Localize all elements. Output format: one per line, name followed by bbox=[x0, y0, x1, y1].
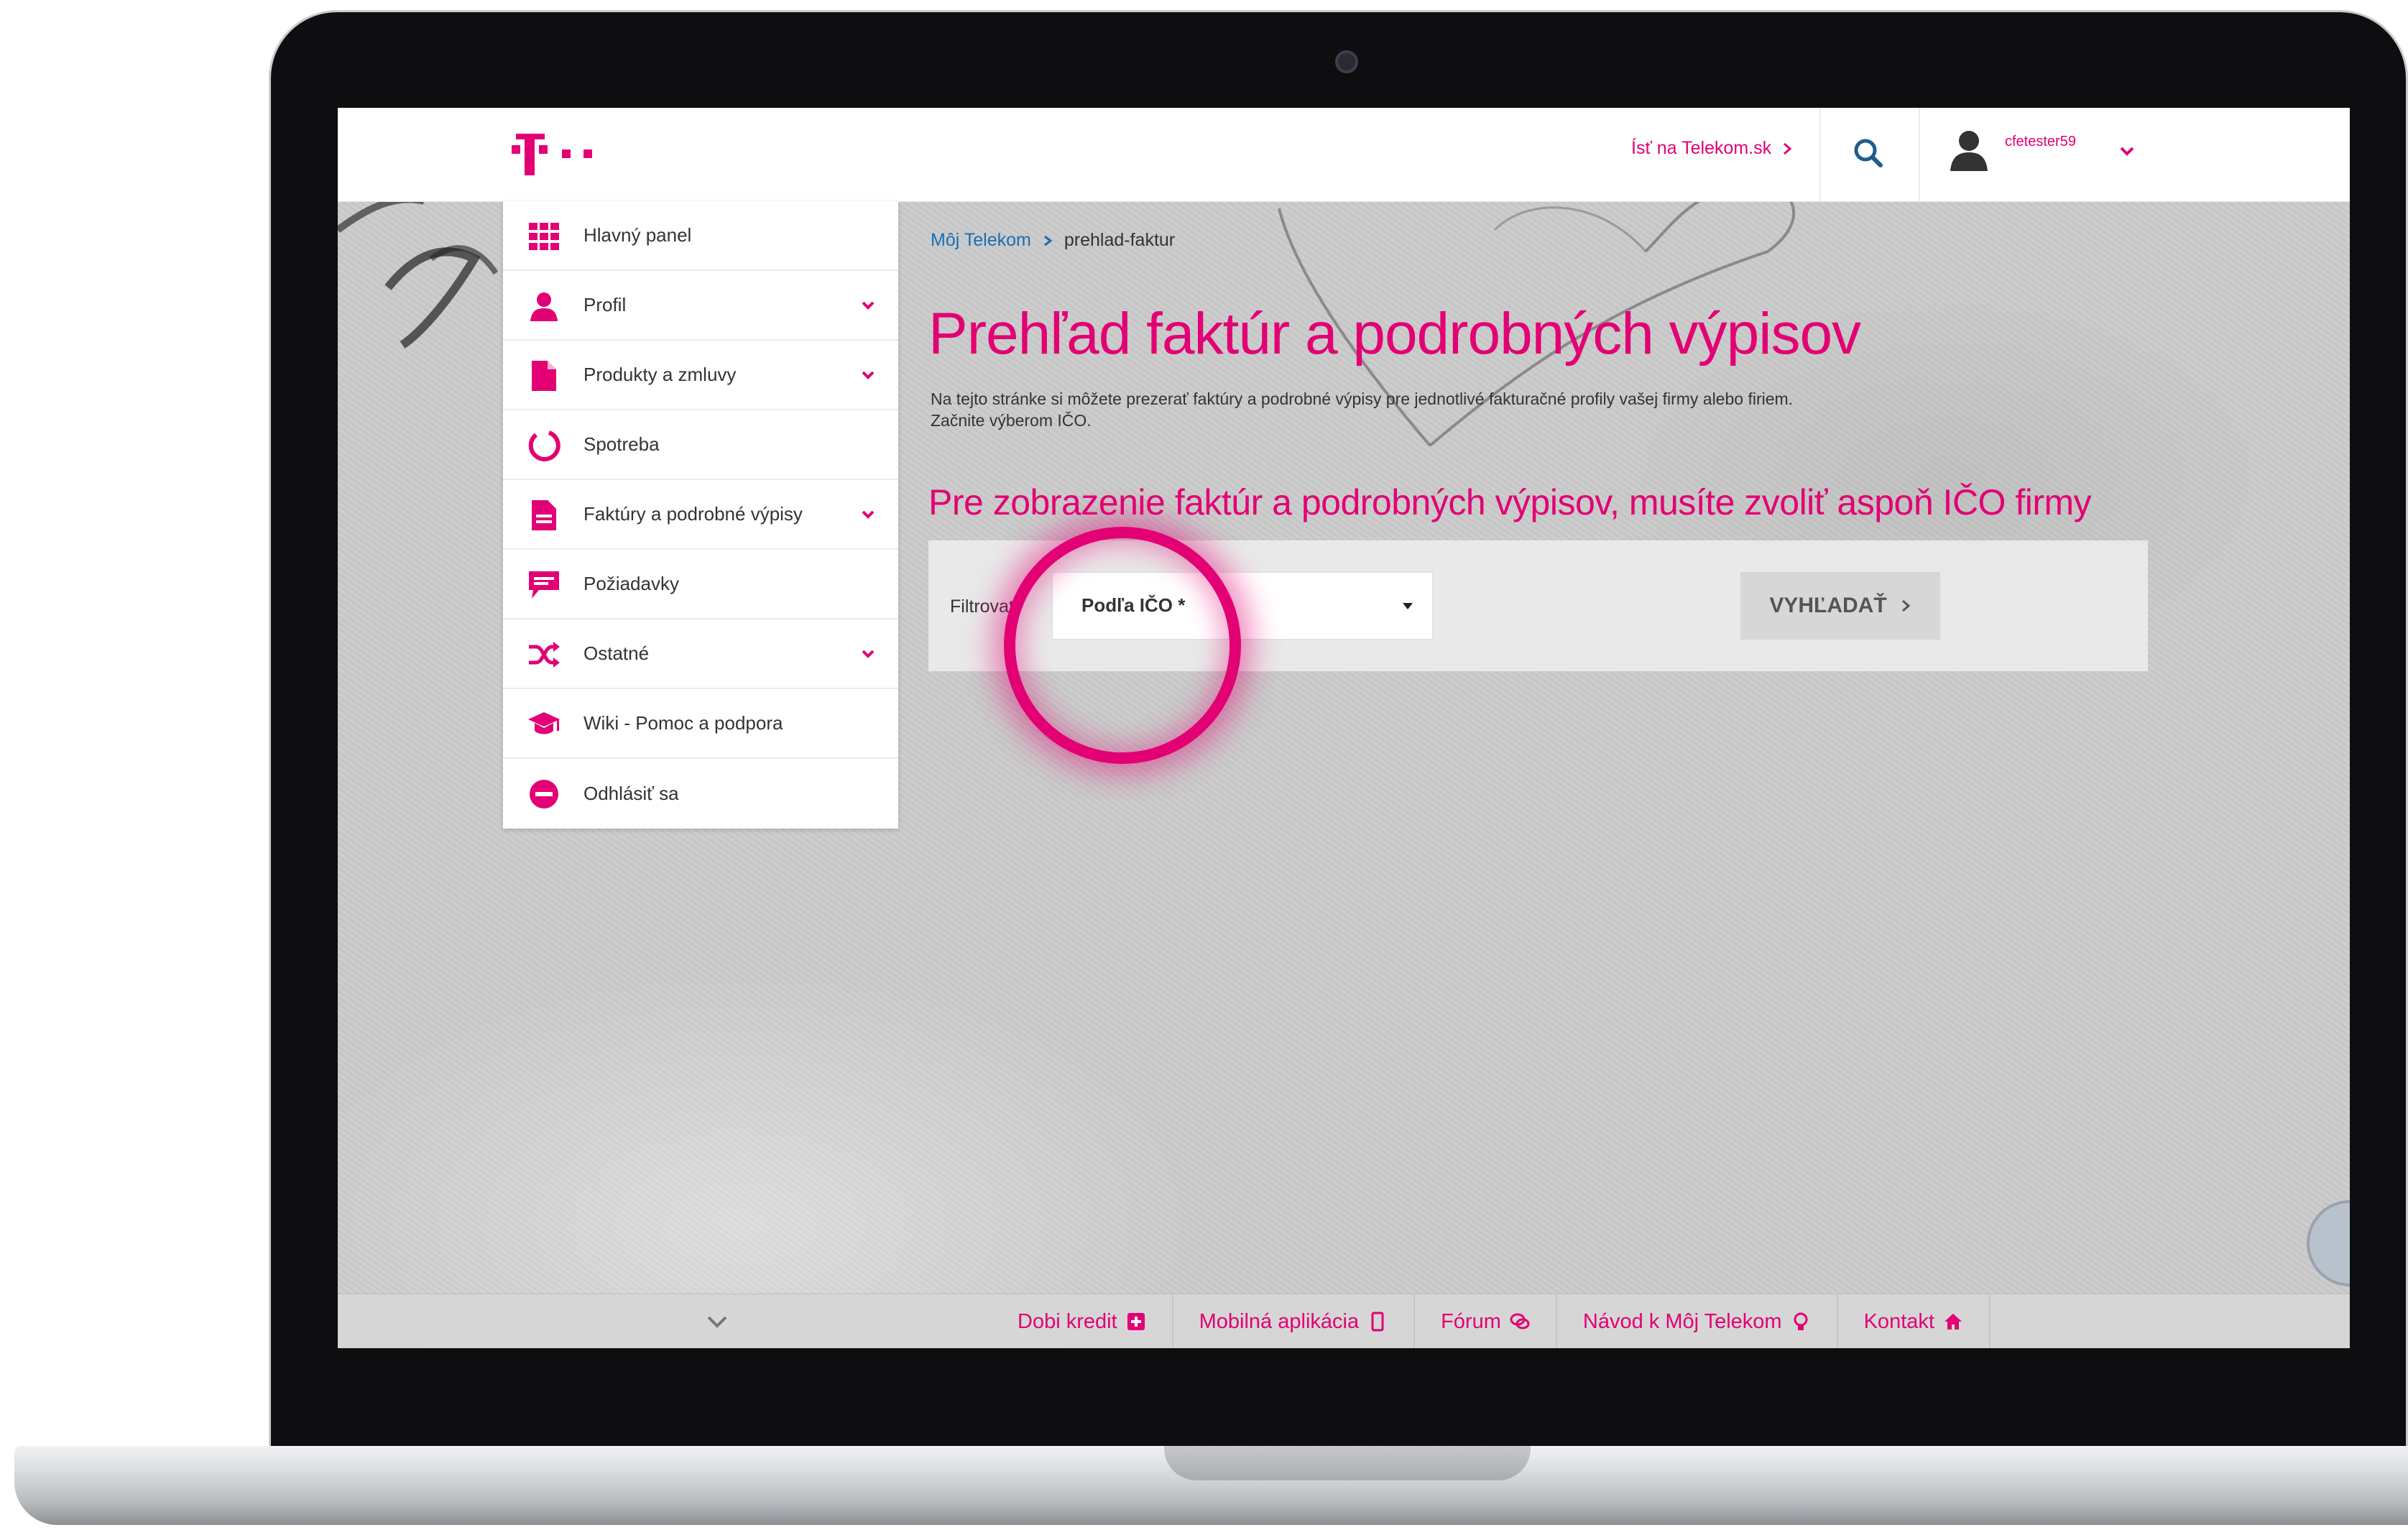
circle-icon bbox=[528, 430, 561, 461]
search-icon[interactable] bbox=[1850, 135, 1886, 171]
search-button-label: VYHĽADAŤ bbox=[1769, 594, 1887, 617]
webcam bbox=[1335, 50, 1358, 73]
sidebar-item-produkty-a-zmluvy[interactable]: Produkty a zmluvy bbox=[503, 341, 898, 410]
user-icon bbox=[530, 292, 558, 321]
document-icon bbox=[532, 361, 556, 391]
goto-telekom-label: Ísť na Telekom.sk bbox=[1631, 138, 1772, 158]
caret-down-icon bbox=[1403, 603, 1413, 609]
sidebar-item-label: Požiadavky bbox=[583, 573, 679, 594]
footer-link-kontakt[interactable]: Kontakt bbox=[1836, 1294, 1990, 1348]
browser-screen: Ísť na Telekom.sk cfetester59 Hlavný pan… bbox=[338, 108, 2350, 1348]
sidebar-item-faktury[interactable]: Faktúry a podrobné výpisy bbox=[503, 480, 898, 550]
description-line: Na tejto stránke si môžete prezerať fakt… bbox=[931, 390, 1794, 408]
description-line: Začnite výberom IČO. bbox=[931, 411, 1092, 430]
graduation-cap-icon bbox=[528, 712, 560, 734]
user-avatar-icon[interactable] bbox=[1947, 128, 1990, 172]
footer-link-navod[interactable]: Návod k Môj Telekom bbox=[1555, 1294, 1837, 1348]
sidebar-item-label: Wiki - Pomoc a podpora bbox=[583, 712, 783, 734]
chevron-down-icon bbox=[862, 510, 875, 519]
top-header: Ísť na Telekom.sk cfetester59 bbox=[338, 108, 2350, 202]
plus-square-icon bbox=[1127, 1313, 1145, 1330]
breadcrumb-current: prehlad-faktur bbox=[1064, 230, 1176, 250]
sidebar-item-wiki[interactable]: Wiki - Pomoc a podpora bbox=[503, 689, 898, 759]
footer-link-label: Mobilná aplikácia bbox=[1199, 1309, 1360, 1333]
goto-telekom-link[interactable]: Ísť na Telekom.sk bbox=[1631, 138, 1793, 159]
footer-link-forum[interactable]: Fórum bbox=[1413, 1294, 1556, 1348]
sidebar-item-label: Produkty a zmluvy bbox=[583, 364, 737, 385]
chevron-right-icon bbox=[1901, 599, 1910, 612]
chevron-right-icon bbox=[1784, 142, 1792, 155]
home-icon bbox=[1944, 1314, 1962, 1329]
sidebar-menu: Hlavný panel Profil Produkty a zmluvy Sp… bbox=[503, 201, 898, 829]
chevron-down-icon bbox=[862, 650, 875, 658]
sidebar-item-label: Odhlásiť sa bbox=[583, 783, 679, 804]
sidebar-item-label: Ostatné bbox=[583, 642, 650, 664]
footer-link-label: Návod k Môj Telekom bbox=[1582, 1309, 1782, 1333]
chevron-down-icon[interactable] bbox=[704, 1309, 730, 1335]
highlight-circle-annotation bbox=[1004, 527, 1241, 764]
sidebar-item-label: Hlavný panel bbox=[583, 224, 692, 246]
sidebar-item-spotreba[interactable]: Spotreba bbox=[503, 410, 898, 480]
mobile-icon bbox=[1371, 1312, 1384, 1332]
footer-links: Dobi kredit Mobilná aplikácia Fórum Návo… bbox=[992, 1294, 1990, 1348]
footer-bar: Dobi kredit Mobilná aplikácia Fórum Návo… bbox=[338, 1294, 2350, 1348]
grid-icon bbox=[529, 223, 559, 250]
sidebar-item-odhlasit[interactable]: Odhlásiť sa bbox=[503, 759, 898, 829]
sidebar-item-label: Profil bbox=[583, 294, 627, 315]
sidebar-item-label: Spotreba bbox=[583, 433, 660, 455]
footer-link-mobilna-aplikacia[interactable]: Mobilná aplikácia bbox=[1171, 1294, 1413, 1348]
header-divider bbox=[1819, 108, 1821, 201]
username-label[interactable]: cfetester59 bbox=[2005, 134, 2076, 150]
sidebar-item-hlavny-panel[interactable]: Hlavný panel bbox=[503, 201, 898, 271]
footer-link-label: Kontakt bbox=[1863, 1309, 1934, 1333]
footer-link-dobi-kredit[interactable]: Dobi kredit bbox=[992, 1294, 1172, 1348]
chevron-down-icon bbox=[862, 371, 875, 379]
chevron-right-icon bbox=[1043, 235, 1053, 246]
chevron-down-icon bbox=[862, 301, 875, 310]
sidebar-item-label: Faktúry a podrobné výpisy bbox=[583, 503, 803, 525]
sidebar-item-profil[interactable]: Profil bbox=[503, 271, 898, 341]
chevron-down-icon[interactable] bbox=[2117, 141, 2137, 161]
chat-icon bbox=[529, 571, 559, 599]
filter-label: Filtrovať bbox=[950, 596, 1016, 617]
laptop-base-notch bbox=[1164, 1446, 1531, 1480]
breadcrumb: Môj Telekom prehlad-faktur bbox=[931, 230, 1175, 251]
breadcrumb-root-link[interactable]: Môj Telekom bbox=[931, 230, 1031, 251]
ico-required-warning: Pre zobrazenie faktúr a podrobných výpis… bbox=[928, 482, 2092, 522]
shuffle-icon bbox=[529, 642, 560, 668]
sidebar-item-ostatne[interactable]: Ostatné bbox=[503, 619, 898, 689]
comments-icon bbox=[1510, 1313, 1530, 1329]
page-title: Prehľad faktúr a podrobných výpisov bbox=[928, 301, 1861, 367]
sidebar-item-poziadavky[interactable]: Požiadavky bbox=[503, 550, 898, 619]
telekom-logo[interactable] bbox=[510, 129, 618, 180]
lightbulb-icon bbox=[1794, 1312, 1808, 1330]
footer-link-label: Fórum bbox=[1441, 1309, 1501, 1333]
page-description: Na tejto stránke si môžete prezerať fakt… bbox=[931, 388, 2008, 431]
footer-link-label: Dobi kredit bbox=[1018, 1309, 1117, 1333]
header-divider bbox=[1919, 108, 1920, 201]
minus-circle-icon bbox=[530, 780, 558, 808]
search-submit-button[interactable]: VYHĽADAŤ bbox=[1740, 572, 1940, 640]
invoice-icon bbox=[532, 500, 556, 530]
